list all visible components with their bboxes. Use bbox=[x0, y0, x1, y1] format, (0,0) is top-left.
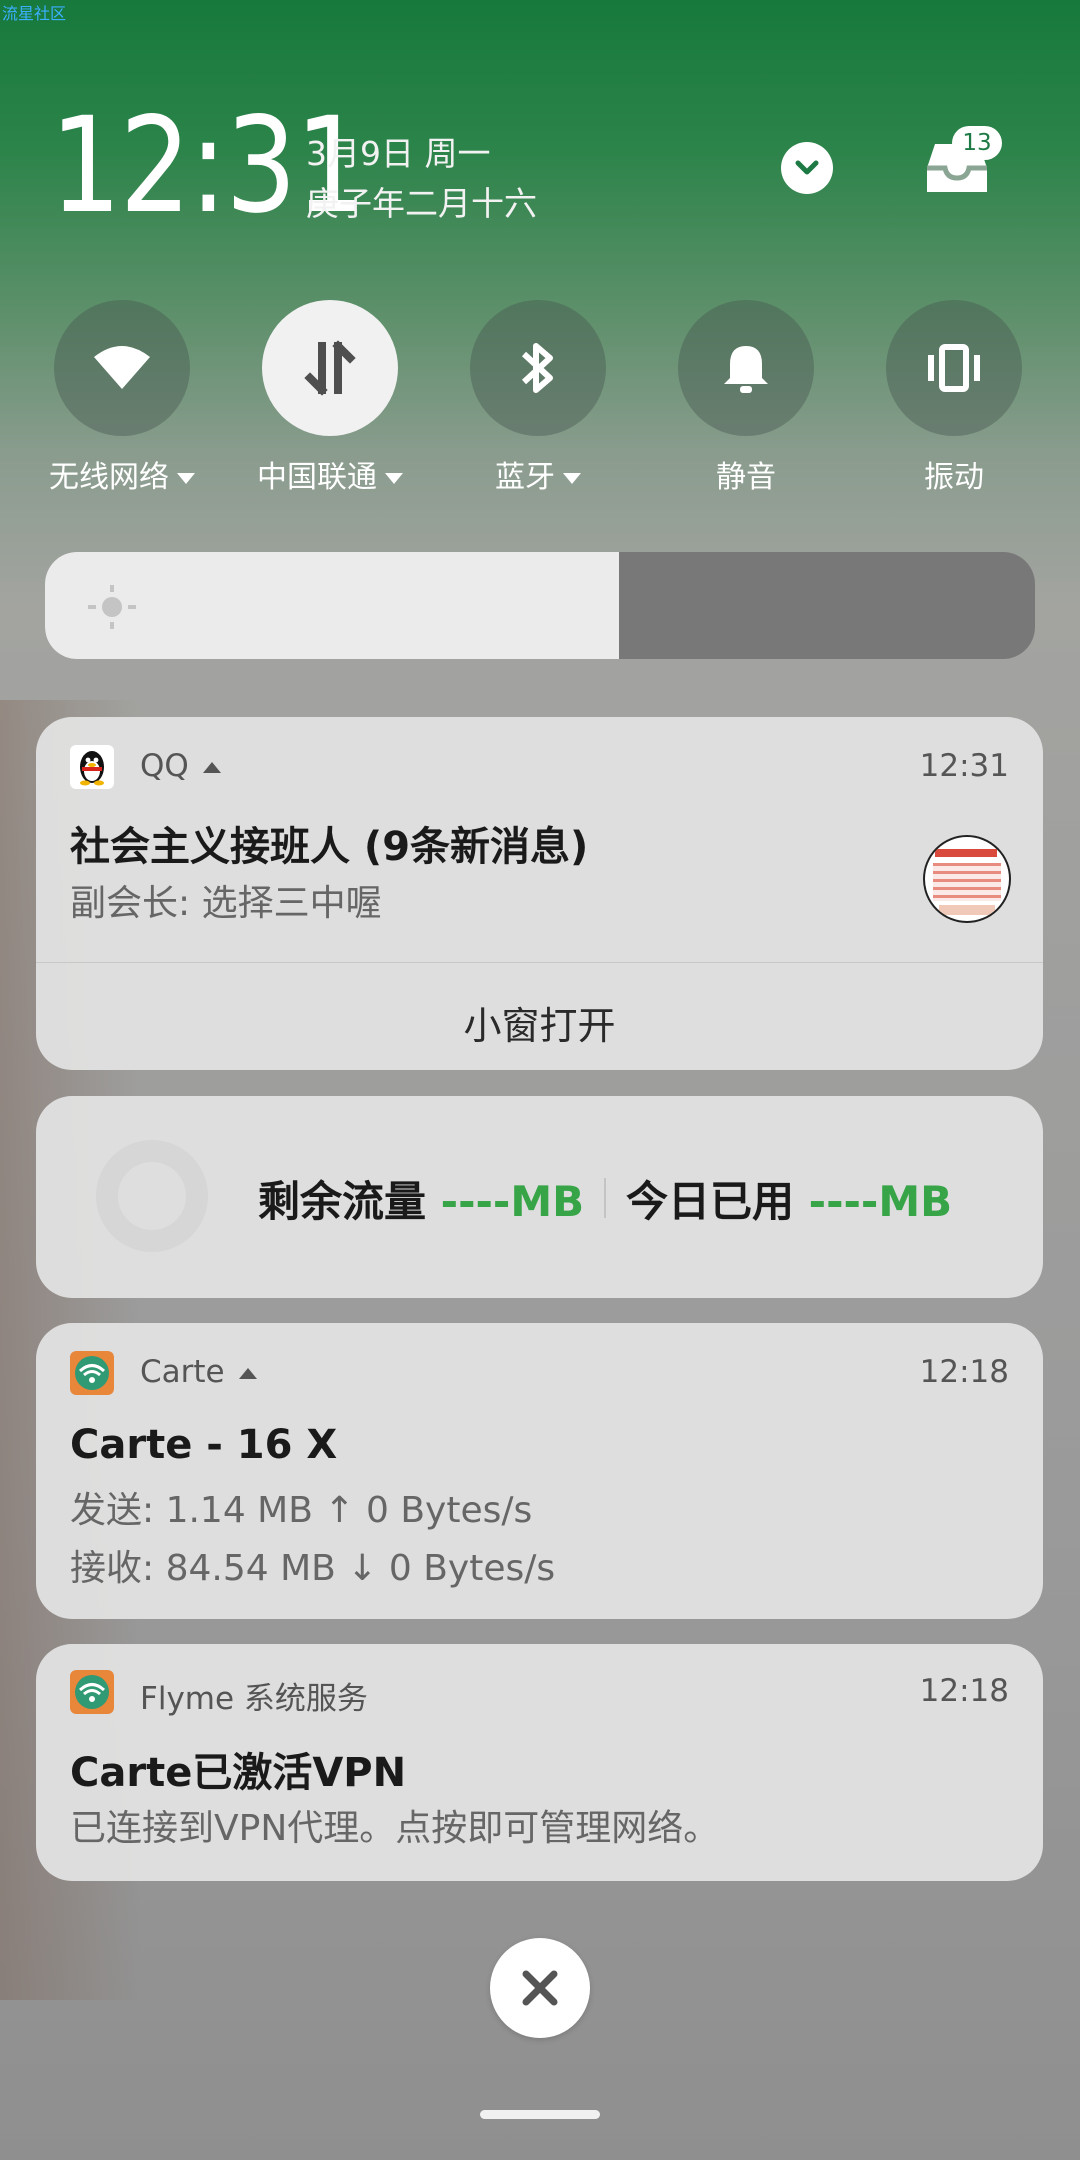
quick-settings-row: 无线网络 中国联通 蓝牙 静音 振动 bbox=[0, 300, 1080, 500]
qq-penguin-icon bbox=[70, 745, 114, 789]
watermark-text: 流星社区 bbox=[2, 4, 67, 23]
divider bbox=[604, 1178, 606, 1218]
vibrate-icon bbox=[928, 344, 980, 392]
carte-wifi-icon bbox=[70, 1351, 114, 1395]
notification-app-name: QQ bbox=[140, 748, 221, 784]
qs-vibrate-button[interactable] bbox=[886, 300, 1022, 436]
caret-down-icon[interactable] bbox=[177, 473, 195, 484]
qs-mobile-data-label: 中国联通 bbox=[257, 460, 377, 495]
caret-down-icon[interactable] bbox=[385, 473, 403, 484]
notification-title: Carte已激活VPN bbox=[70, 1750, 407, 1796]
qs-tile-mobile-data[interactable]: 中国联通 bbox=[226, 300, 434, 496]
caret-down-icon[interactable] bbox=[563, 473, 581, 484]
brightness-slider[interactable] bbox=[45, 552, 1035, 659]
carte-wifi-icon bbox=[70, 1670, 114, 1714]
notification-text: 已连接到VPN代理。点按即可管理网络。 bbox=[70, 1808, 720, 1849]
qs-silent-label: 静音 bbox=[716, 460, 776, 495]
qs-mobile-data-button[interactable] bbox=[262, 300, 398, 436]
qs-bluetooth-button[interactable] bbox=[470, 300, 606, 436]
brightness-icon bbox=[88, 585, 136, 629]
data-usage-ring bbox=[96, 1140, 208, 1252]
notification-title: 社会主义接班人 (9条新消息) bbox=[70, 824, 589, 870]
notification-card-vpn[interactable]: Flyme 系统服务 12:18 Carte已激活VPN 已连接到VPN代理。点… bbox=[36, 1644, 1043, 1881]
notification-title: Carte - 16 X bbox=[70, 1422, 338, 1468]
sent-traffic-text: 发送: 1.14 MB ↑ 0 Bytes/s bbox=[70, 1490, 533, 1531]
wifi-icon bbox=[94, 346, 150, 389]
qs-wifi-label: 无线网络 bbox=[49, 460, 169, 495]
notification-text: 副会长: 选择三中喔 bbox=[70, 883, 382, 924]
bell-icon bbox=[724, 346, 768, 393]
received-traffic-text: 接收: 84.54 MB ↓ 0 Bytes/s bbox=[70, 1548, 556, 1589]
notification-time: 12:18 bbox=[919, 1673, 1009, 1709]
qs-bluetooth-label: 蓝牙 bbox=[495, 460, 555, 495]
home-indicator[interactable] bbox=[480, 2110, 600, 2119]
remaining-data: 剩余流量 ----MB bbox=[258, 1177, 585, 1226]
lunar-date-text: 庚子年二月十六 bbox=[306, 184, 537, 223]
clear-all-button[interactable] bbox=[490, 1938, 590, 2038]
close-icon bbox=[522, 1970, 558, 2006]
notification-time: 12:31 bbox=[919, 748, 1009, 784]
group-avatar bbox=[923, 835, 1011, 923]
notification-app-name: Flyme 系统服务 bbox=[140, 1681, 368, 1717]
notification-count-badge: 13 bbox=[952, 126, 1002, 160]
notification-time: 12:18 bbox=[919, 1354, 1009, 1390]
caret-up-icon[interactable] bbox=[202, 762, 221, 773]
collapse-panel-button[interactable] bbox=[781, 142, 833, 194]
notification-card-qq[interactable]: QQ 12:31 社会主义接班人 (9条新消息) 副会长: 选择三中喔 小窗打开 bbox=[36, 717, 1043, 1070]
divider bbox=[36, 962, 1043, 963]
notification-app-name: Carte bbox=[140, 1354, 257, 1390]
today-data-value: ----MB bbox=[808, 1177, 953, 1226]
data-usage-card[interactable]: 剩余流量 ----MB 今日已用 ----MB bbox=[36, 1096, 1043, 1298]
caret-up-icon[interactable] bbox=[238, 1368, 257, 1379]
qs-wifi-button[interactable] bbox=[54, 300, 190, 436]
open-in-small-window-button[interactable]: 小窗打开 bbox=[36, 995, 1043, 1050]
qs-tile-vibrate[interactable]: 振动 bbox=[850, 300, 1058, 496]
mobile-data-icon bbox=[304, 340, 356, 396]
qs-vibrate-label: 振动 bbox=[924, 460, 984, 495]
chevron-down-icon bbox=[795, 160, 819, 175]
date-text[interactable]: 3月9日 周一 bbox=[306, 127, 490, 175]
remaining-data-value: ----MB bbox=[440, 1177, 585, 1226]
bluetooth-icon bbox=[521, 343, 553, 393]
qs-silent-button[interactable] bbox=[678, 300, 814, 436]
today-data: 今日已用 ----MB bbox=[626, 1177, 953, 1226]
notification-card-carte[interactable]: Carte 12:18 Carte - 16 X 发送: 1.14 MB ↑ 0… bbox=[36, 1323, 1043, 1619]
qs-tile-wifi[interactable]: 无线网络 bbox=[18, 300, 226, 496]
qs-tile-silent[interactable]: 静音 bbox=[642, 300, 850, 496]
qs-tile-bluetooth[interactable]: 蓝牙 bbox=[434, 300, 642, 496]
